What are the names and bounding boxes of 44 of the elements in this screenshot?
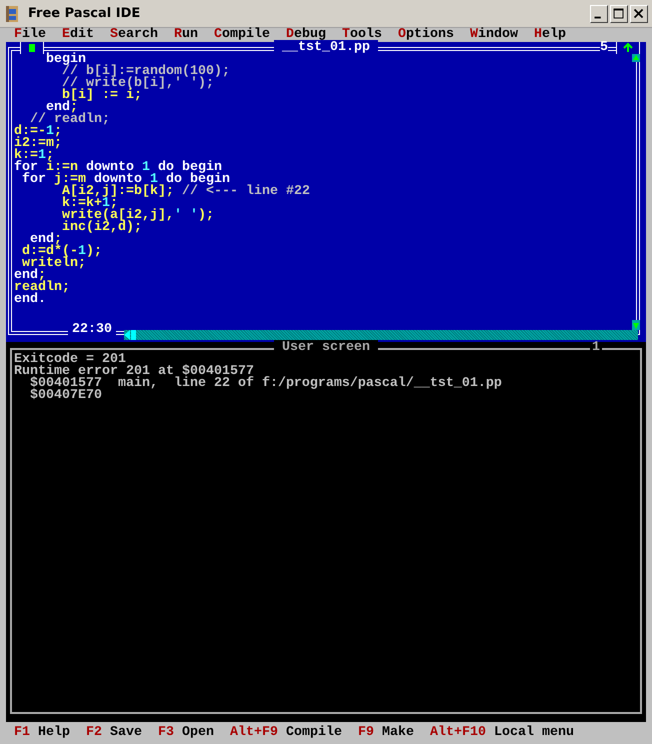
menu-item[interactable]: Run [174,29,198,41]
code-line: b[i] := i; [62,90,142,102]
shortcut-hint[interactable]: Alt+F10 Local menu [430,727,574,739]
menu-item[interactable]: File [14,29,46,41]
horizontal-scrollbar[interactable] [124,330,638,340]
menu-item[interactable]: Search [110,29,158,41]
output-line: $00407E70 [28,390,103,402]
vertical-scrollbar[interactable] [632,54,640,330]
zoom-button[interactable] [616,42,640,54]
menu-item[interactable]: Compile [214,29,270,41]
menu-item[interactable]: Help [534,29,566,41]
code-line: // readln; [30,114,111,126]
menu-item[interactable]: Window [470,29,518,41]
code-line: d:=d*(-1); [20,246,103,258]
code-line: begin [44,54,87,66]
shortcut-hint[interactable]: Alt+F9 Compile [230,727,342,739]
shortcut-hint[interactable]: F3 Open [158,727,214,739]
code-line: writeln; [22,258,87,270]
shortcut-hint[interactable]: F2 Save [86,727,142,739]
code-line: A[i2,j]:=b[k]; // <--- line #22 [62,186,311,198]
file-title: __tst_01.pp [274,40,378,55]
code-line: i2:=m; [14,138,63,150]
close-button[interactable] [630,4,648,22]
minimize-button[interactable] [590,4,608,22]
maximize-button[interactable] [610,4,628,22]
code-line: inc(i2,d); [60,222,142,234]
code-line: readln; [14,282,71,294]
code-line: end; [46,102,78,114]
scroll-up-icon [632,54,640,62]
menu-item[interactable]: Edit [62,29,94,41]
window-number: 5 [600,42,608,54]
scroll-down-icon [632,320,640,330]
close-button[interactable] [20,42,44,54]
cursor-position: 22:30 [68,324,116,336]
window-title: Free Pascal IDE [28,6,142,21]
code-line: end. [14,294,46,306]
code-line: write(a[i2,j],' '); [60,210,215,222]
shortcut-hint[interactable]: F9 Make [358,727,414,739]
menu-item[interactable]: Tools [342,29,382,41]
app-icon [4,4,20,22]
scroll-left-icon [124,330,136,340]
menu-item[interactable]: Debug [286,29,326,41]
shortcut-hint[interactable]: F1 Help [14,727,70,739]
menu-item[interactable]: Options [398,29,454,41]
